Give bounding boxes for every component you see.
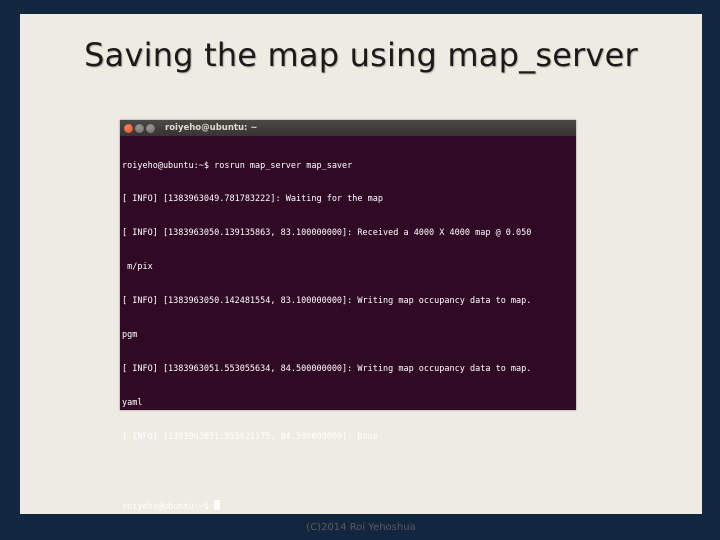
terminal-cursor xyxy=(214,499,221,510)
minimize-icon[interactable] xyxy=(135,123,144,133)
terminal-line: yaml xyxy=(122,397,143,408)
terminal-line-command: roiyeho@ubuntu:~$ rosrun map_server map_… xyxy=(122,160,353,171)
terminal-line: [ INFO] [1383963049.781783222]: Waiting … xyxy=(122,194,383,205)
terminal-line: [ INFO] [1383963051.555821175, 84.500000… xyxy=(122,431,378,442)
terminal-line: [ INFO] [1383963051.553055634, 84.500000… xyxy=(122,363,532,374)
terminal-line: m/pix xyxy=(122,262,153,273)
slide: Saving the map using map_server roiyeho@… xyxy=(20,14,702,533)
terminal-line: [ INFO] [1383963050.142481554, 83.100000… xyxy=(122,296,532,307)
slide-title: Saving the map using map_server xyxy=(84,36,638,74)
maximize-icon[interactable] xyxy=(146,123,155,133)
slide-footer: (C)2014 Roi Yehoshua xyxy=(306,522,416,533)
terminal-prompt-line[interactable]: roiyeho@ubuntu:~$ xyxy=(122,499,574,512)
terminal-output[interactable]: roiyeho@ubuntu:~$ rosrun map_server map_… xyxy=(120,136,576,533)
terminal-window-title: roiyeho@ubuntu: ~ xyxy=(165,123,258,133)
terminal-line: pgm xyxy=(122,330,138,341)
close-icon[interactable] xyxy=(124,123,133,133)
terminal-prompt: roiyeho@ubuntu:~$ xyxy=(122,501,215,512)
terminal-window[interactable]: roiyeho@ubuntu: ~ roiyeho@ubuntu:~$ rosr… xyxy=(120,120,576,512)
terminal-titlebar[interactable]: roiyeho@ubuntu: ~ xyxy=(120,120,576,136)
terminal-line: [ INFO] [1383963050.139135863, 83.100000… xyxy=(122,228,532,239)
